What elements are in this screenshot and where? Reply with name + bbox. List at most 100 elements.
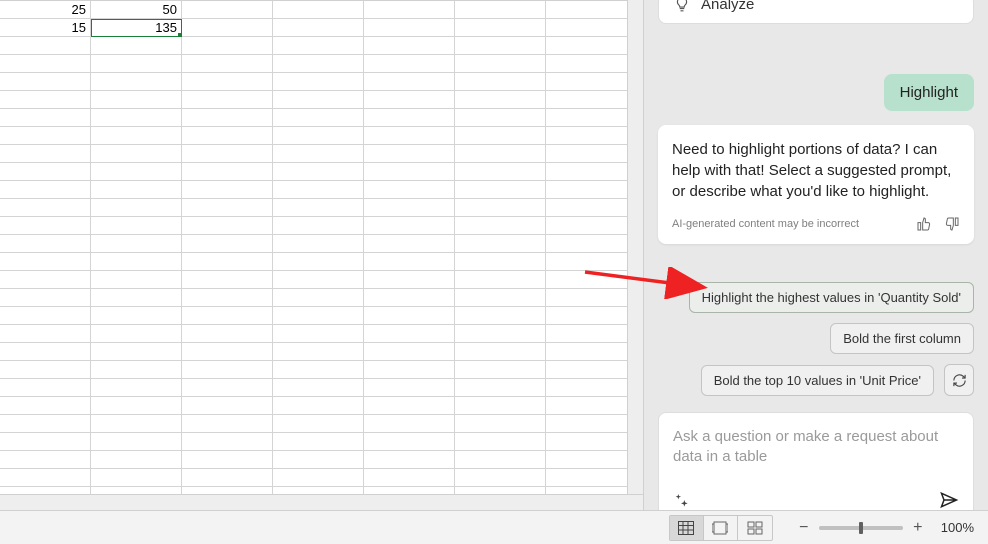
suggestion-bold-first-column[interactable]: Bold the first column (830, 323, 974, 354)
cell[interactable] (273, 397, 364, 415)
cell[interactable] (0, 127, 91, 145)
analyze-card[interactable]: Analyze (658, 0, 974, 24)
cell[interactable] (182, 325, 273, 343)
cell[interactable] (546, 415, 637, 433)
cell[interactable] (455, 271, 546, 289)
vertical-scrollbar[interactable] (627, 0, 643, 494)
cell[interactable] (546, 397, 637, 415)
cell[interactable] (0, 271, 91, 289)
cell[interactable] (273, 181, 364, 199)
cell[interactable] (364, 181, 455, 199)
cell[interactable] (364, 127, 455, 145)
cell[interactable] (364, 73, 455, 91)
cell[interactable] (273, 37, 364, 55)
cell[interactable]: 50 (91, 1, 182, 19)
horizontal-scrollbar[interactable] (0, 494, 643, 510)
cell[interactable] (0, 91, 91, 109)
cell[interactable] (182, 55, 273, 73)
thumbs-down-icon[interactable] (944, 216, 960, 232)
cell[interactable] (91, 127, 182, 145)
cell[interactable] (455, 451, 546, 469)
cell[interactable] (91, 307, 182, 325)
cell[interactable] (0, 253, 91, 271)
cell[interactable] (546, 271, 637, 289)
cell[interactable] (91, 325, 182, 343)
cell[interactable] (273, 415, 364, 433)
cell[interactable] (0, 289, 91, 307)
cell[interactable] (364, 217, 455, 235)
cell[interactable] (546, 199, 637, 217)
cell[interactable] (273, 19, 364, 37)
cell[interactable] (364, 397, 455, 415)
cell[interactable] (0, 235, 91, 253)
cell[interactable] (546, 73, 637, 91)
cell[interactable] (91, 181, 182, 199)
cell[interactable] (273, 343, 364, 361)
cell[interactable] (273, 361, 364, 379)
cell[interactable] (0, 415, 91, 433)
cell[interactable] (91, 253, 182, 271)
cell[interactable] (546, 91, 637, 109)
cell[interactable] (273, 289, 364, 307)
cell[interactable] (182, 397, 273, 415)
cell[interactable] (91, 361, 182, 379)
zoom-in-button[interactable]: + (909, 519, 927, 537)
cell[interactable] (546, 469, 637, 487)
cell[interactable] (546, 127, 637, 145)
cell[interactable] (182, 379, 273, 397)
cell[interactable] (364, 1, 455, 19)
prompt-input[interactable]: Ask a question or make a request about d… (673, 427, 959, 468)
cell[interactable] (182, 91, 273, 109)
cell[interactable] (182, 469, 273, 487)
cell[interactable]: 135 (91, 19, 182, 37)
cell[interactable] (546, 235, 637, 253)
cell[interactable] (182, 181, 273, 199)
sparkle-icon[interactable] (673, 492, 689, 508)
cell[interactable] (91, 451, 182, 469)
cell[interactable] (364, 199, 455, 217)
cell[interactable] (0, 469, 91, 487)
cell[interactable] (273, 91, 364, 109)
suggestion-highlight-highest[interactable]: Highlight the highest values in 'Quantit… (689, 282, 974, 313)
cell[interactable] (455, 37, 546, 55)
cell[interactable] (91, 469, 182, 487)
cell[interactable]: 15 (0, 19, 91, 37)
cell[interactable] (182, 217, 273, 235)
cell[interactable] (182, 73, 273, 91)
cell[interactable] (91, 397, 182, 415)
cell[interactable] (91, 163, 182, 181)
cell[interactable] (455, 1, 546, 19)
cell[interactable] (455, 433, 546, 451)
cell[interactable] (91, 235, 182, 253)
cell[interactable] (546, 433, 637, 451)
cell[interactable] (0, 37, 91, 55)
cell[interactable] (364, 235, 455, 253)
cell[interactable] (546, 451, 637, 469)
cell[interactable] (182, 361, 273, 379)
cell[interactable] (546, 19, 637, 37)
cell[interactable] (0, 163, 91, 181)
cell[interactable] (455, 145, 546, 163)
cell[interactable] (91, 433, 182, 451)
cell[interactable] (273, 127, 364, 145)
cell[interactable] (455, 289, 546, 307)
zoom-out-button[interactable]: − (795, 519, 813, 537)
cell[interactable] (546, 217, 637, 235)
thumbs-up-icon[interactable] (916, 216, 932, 232)
cell[interactable] (182, 1, 273, 19)
cell[interactable] (455, 397, 546, 415)
cell[interactable] (364, 19, 455, 37)
cell[interactable] (0, 181, 91, 199)
cell[interactable] (455, 19, 546, 37)
cell[interactable] (546, 181, 637, 199)
page-layout-view-button[interactable] (704, 516, 738, 540)
cell[interactable] (546, 307, 637, 325)
cell[interactable] (364, 415, 455, 433)
cell[interactable] (364, 307, 455, 325)
cell[interactable] (364, 109, 455, 127)
cell[interactable] (455, 379, 546, 397)
cell[interactable] (364, 163, 455, 181)
cell[interactable] (364, 379, 455, 397)
cell[interactable] (273, 73, 364, 91)
cell[interactable] (455, 307, 546, 325)
